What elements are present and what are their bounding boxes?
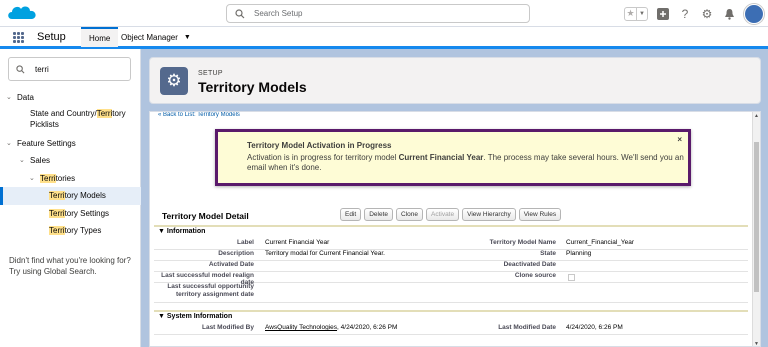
field-label: Description — [218, 250, 254, 257]
field-label: Last Modified By — [201, 324, 254, 331]
chevron-down-icon[interactable]: ⌄ — [6, 89, 12, 107]
clone-source-checkbox — [568, 274, 575, 281]
avatar[interactable] — [744, 3, 764, 24]
field-label: Territory Model Name — [489, 239, 556, 246]
setup-tree: ⌄ Data State and Country/Territory Pickli… — [0, 89, 141, 240]
bell-icon[interactable] — [722, 7, 736, 21]
tree-node-sales[interactable]: ⌄ Sales — [0, 152, 141, 170]
scroll-up-icon[interactable]: ▲ — [754, 113, 759, 119]
view-rules-button[interactable]: View Rules — [518, 208, 562, 221]
tree-node-picklists-line[interactable]: Picklists — [0, 119, 141, 135]
alert-message: Activation is in progress for territory … — [247, 153, 684, 172]
delete-button[interactable]: Delete — [364, 208, 393, 221]
gear-icon[interactable]: ⚙ — [700, 7, 714, 21]
search-icon — [16, 65, 25, 74]
scrollbar[interactable]: ▲ ▼ — [752, 112, 760, 346]
detail-row: Activated Date Deactivated Date — [154, 261, 748, 272]
page-header: ⚙ SETUP Territory Models — [149, 57, 761, 104]
star-icon[interactable]: ★ — [625, 8, 636, 20]
add-icon[interactable] — [656, 7, 670, 21]
field-label: Activated Date — [208, 261, 254, 268]
field-value: Territory modal for Current Financial Ye… — [265, 250, 385, 257]
detail-frame: « Back to List: Territory Models Territo… — [149, 111, 761, 347]
chevron-down-icon[interactable]: ▼ — [158, 228, 165, 235]
field-value: Current Financial Year — [265, 239, 330, 246]
user-link[interactable]: AwsQuality Technologies — [265, 324, 337, 331]
chevron-down-icon[interactable]: ⌄ — [29, 170, 35, 188]
sidebar-help-text: Didn't find what you're looking for? Try… — [9, 256, 131, 276]
field-label: State — [540, 250, 556, 257]
chevron-down-icon[interactable]: ▼ — [184, 34, 191, 41]
field-value: AwsQuality Technologies, 4/24/2020, 6:26… — [265, 324, 398, 331]
activation-alert: Territory Model Activation in Progress A… — [215, 129, 691, 186]
tree-node-territory-settings[interactable]: Territory Settings — [0, 205, 141, 223]
help-icon[interactable]: ? — [678, 7, 692, 21]
global-header: Search Setup ★ ▼ ? ⚙ — [0, 0, 768, 27]
field-value: Current_Financial_Year — [566, 239, 635, 246]
back-to-list-link[interactable]: « Back to List: Territory Models — [158, 112, 240, 118]
main-area: ⚙ SETUP Territory Models « Back to List:… — [143, 49, 768, 347]
scrollbar-thumb[interactable] — [754, 142, 759, 292]
tree-node-territory-models[interactable]: Territory Models — [0, 187, 141, 205]
field-label: Last successful opportunity territory ass… — [167, 283, 254, 298]
detail-button-row: Edit Delete Clone Activate View Hierarch… — [340, 208, 562, 221]
setup-sidebar: terri ⌄ Data State and Country/Territory … — [0, 49, 141, 347]
app-launcher-icon[interactable] — [13, 32, 24, 43]
tree-node-territories[interactable]: ⌄ Territories — [0, 170, 141, 188]
gear-icon: ⚙ — [160, 67, 188, 95]
alert-title: Territory Model Activation in Progress — [247, 141, 392, 150]
section-information[interactable]: ▼ Information — [154, 225, 748, 237]
search-placeholder: Search Setup — [254, 9, 303, 18]
field-value: Planning — [566, 250, 592, 257]
clone-button[interactable]: Clone — [396, 208, 423, 221]
field-label: Deactivated Date — [503, 261, 556, 268]
tree-node-feature-settings[interactable]: ⌄ Feature Settings — [0, 135, 141, 153]
field-label: Label — [237, 239, 254, 246]
quick-find-value: terri — [35, 65, 49, 74]
field-label: Last Modified Date — [498, 324, 556, 331]
app-name: Setup — [37, 31, 66, 43]
global-search-input[interactable]: Search Setup — [226, 4, 530, 23]
section-system-information[interactable]: ▼ System Information — [154, 310, 748, 322]
tree-node-state-country-picklists[interactable]: State and Country/Territory — [0, 107, 141, 119]
search-icon — [235, 9, 245, 19]
detail-row: Last Modified By AwsQuality Technologies… — [154, 324, 748, 335]
activate-button[interactable]: Activate — [425, 208, 460, 221]
tab-object-manager[interactable]: Object Manager ▼ — [113, 27, 199, 47]
chevron-down-icon[interactable]: ▼ — [636, 7, 647, 20]
favorites-control[interactable]: ★ ▼ — [624, 6, 648, 21]
tab-object-manager-label: Object Manager — [121, 32, 178, 42]
detail-row: Last successful model realign date Clone… — [154, 272, 748, 286]
detail-row: Label Current Financial Year Territory M… — [154, 239, 748, 250]
chevron-down-icon[interactable]: ▼ — [158, 313, 165, 320]
quick-find-input[interactable]: terri — [8, 57, 131, 81]
tree-node-territory-types[interactable]: Territory Types — [0, 222, 141, 240]
page-title: Territory Models — [198, 79, 307, 95]
edit-button[interactable]: Edit — [340, 208, 362, 221]
chevron-down-icon[interactable]: ⌄ — [6, 135, 12, 153]
detail-row: Description Territory modal for Current … — [154, 250, 748, 261]
detail-title: Territory Model Detail — [162, 211, 249, 221]
tree-node-data[interactable]: ⌄ Data — [0, 89, 141, 107]
field-value: 4/24/2020, 6:26 PM — [566, 324, 623, 331]
scroll-down-icon[interactable]: ▼ — [754, 341, 759, 346]
salesforce-logo[interactable] — [6, 3, 38, 24]
close-icon[interactable]: × — [677, 135, 682, 144]
context-nav-bar: Setup Home Object Manager ▼ — [0, 27, 768, 49]
page-eyebrow: SETUP — [198, 70, 223, 77]
chevron-down-icon[interactable]: ⌄ — [19, 152, 25, 170]
field-label: Clone source — [514, 272, 556, 279]
view-hierarchy-button[interactable]: View Hierarchy — [462, 208, 516, 221]
detail-row: Last successful opportunity territory ass… — [154, 283, 748, 303]
